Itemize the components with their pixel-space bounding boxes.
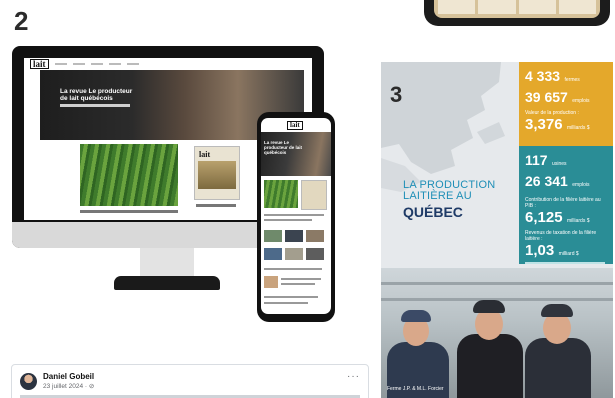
stat-plants: 117 usines [525, 152, 607, 170]
production-unit: milliards $ [567, 125, 590, 131]
pib-label: Contribution de la filière laitière au P… [525, 197, 601, 209]
stat-plants-unit: usines [552, 161, 567, 167]
more-options-icon[interactable]: ··· [347, 371, 360, 382]
stat-jobs-plant-value: 26 341 [525, 173, 568, 189]
pib-unit: milliards $ [567, 218, 590, 224]
site-nav: lait [24, 58, 312, 70]
phone-text-line [264, 296, 318, 298]
stat-farms-value: 4 333 [525, 68, 561, 84]
stat-plants-value: 117 [525, 152, 548, 168]
flyer-region: QUÉBEC [403, 204, 463, 220]
phone-thumb[interactable] [264, 248, 282, 260]
phone-text-line [264, 302, 308, 304]
tax-label: Revenus de taxation de la filière laitiè… [525, 230, 597, 242]
phone-text-line [281, 283, 315, 285]
monitor-stand-neck [140, 248, 194, 278]
phone-site-logo[interactable]: lait [287, 121, 303, 130]
tax-value: 1,03 [525, 242, 555, 259]
magazine-logo: lait [199, 150, 211, 159]
monitor-stand-base [114, 276, 220, 290]
phone-thumb[interactable] [306, 230, 324, 242]
magazine-caption [196, 204, 236, 207]
partial-device-mockup [424, 0, 610, 26]
phone-text-line [264, 214, 324, 216]
hero-title: La revue Le producteur de lait québécois [60, 88, 133, 102]
magazine-cover[interactable]: lait [194, 146, 240, 200]
section-number-2: 2 [14, 6, 29, 36]
article-caption [80, 210, 178, 213]
corn-field-image[interactable] [80, 144, 178, 206]
phone-thumb[interactable] [306, 248, 324, 260]
phone-thumb[interactable] [264, 276, 278, 288]
stat-jobs-plant: 26 341 emplois [525, 173, 607, 191]
production-value: 3,376 [525, 116, 563, 133]
pib-value: 6,125 [525, 209, 563, 226]
phone-magazine-cover[interactable] [301, 180, 327, 210]
phone-hero-title: La revue Le producteur de lait québécois [264, 140, 303, 155]
post-author[interactable]: Daniel Gobeil [43, 372, 94, 381]
phone-thumb[interactable] [264, 230, 282, 242]
section-number-3: 3 [390, 82, 403, 107]
stats-teal-box: 117 usines 26 341 emplois Contribution d… [519, 146, 613, 264]
post-date[interactable]: 23 juillet 2024 · ⊘ [43, 382, 94, 390]
flyer-title: LA PRODUCTION LAITIÈRE AU [403, 179, 496, 202]
site-logo[interactable]: lait [30, 59, 49, 69]
hero-subtitle [60, 104, 130, 107]
stat-farms-unit: fermes [564, 77, 580, 83]
stat-tax: 1,03 milliard $ [525, 242, 607, 260]
phone-text-line [264, 268, 322, 270]
stats-gold-box: 4 333 fermes 39 657 emplois Valeur de la… [519, 62, 613, 146]
facebook-post[interactable]: Daniel Gobeil 23 juillet 2024 · ⊘ ··· [11, 364, 369, 398]
stats-footnote-line [525, 262, 605, 264]
stat-jobs-farm: 39 657 emplois [525, 89, 607, 107]
phone-text-line [264, 219, 312, 221]
stat-jobs-farm-unit: emplois [572, 98, 590, 104]
phone-corn-image[interactable] [264, 180, 298, 208]
phone-text-line [281, 278, 321, 280]
farmers-photo: Ferme J.P. & M.L. Forcier [381, 268, 613, 398]
stat-jobs-plant-unit: emplois [572, 182, 590, 188]
phone-mockup: lait La revue Le producteur de lait québ… [257, 112, 335, 322]
stat-jobs-farm-value: 39 657 [525, 89, 568, 105]
photo-caption: Ferme J.P. & M.L. Forcier [387, 386, 444, 392]
stat-production: 3,376 milliards $ [525, 116, 607, 134]
phone-website-screen: lait La revue Le producteur de lait québ… [261, 118, 331, 314]
stat-farms: 4 333 fermes [525, 68, 607, 86]
tax-unit: milliard $ [558, 251, 579, 257]
phone-thumb[interactable] [285, 248, 303, 260]
production-flyer: 3 LA PRODUCTION LAITIÈRE AU QUÉBEC 4 333… [381, 62, 613, 398]
phone-thumb[interactable] [285, 230, 303, 242]
stat-pib: 6,125 milliards $ [525, 209, 607, 227]
avatar[interactable] [20, 373, 37, 390]
